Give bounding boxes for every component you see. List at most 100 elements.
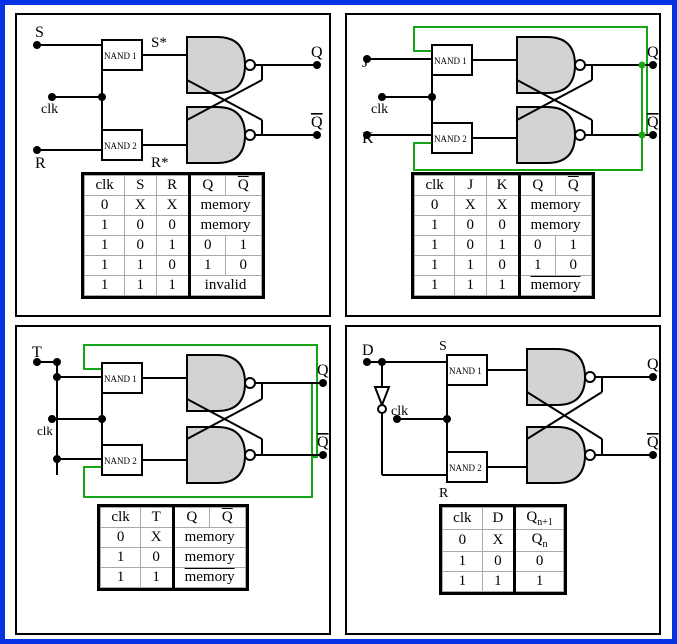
t-qbar: Q	[317, 434, 329, 451]
d-input-clk: clk	[391, 404, 408, 419]
cell: 1	[101, 548, 140, 568]
nand2-label: NAND 2	[104, 141, 137, 151]
cell: memory	[173, 528, 245, 548]
cell: 0	[226, 256, 261, 276]
t-panel: T clk NAND 1 NAND 2 Q Q clk T Q Q 0Xmemo…	[15, 325, 331, 635]
t-input-t: T	[32, 344, 42, 361]
cell: 1	[486, 236, 519, 256]
t-nand2: NAND 2	[104, 456, 137, 466]
jk-input-clk: clk	[371, 102, 388, 117]
jk-q: Q	[647, 44, 659, 61]
cell: 0	[124, 216, 156, 236]
th: D	[482, 508, 515, 530]
cell: 0	[140, 548, 173, 568]
sr-input-clk: clk	[41, 102, 58, 117]
t-truth-table: clk T Q Q 0Xmemory 10memory 11memory	[100, 507, 245, 588]
cell: 1	[85, 216, 124, 236]
t-nand1: NAND 1	[104, 374, 137, 384]
cell: X	[486, 196, 519, 216]
cell: memory	[519, 196, 591, 216]
cell: 0	[443, 530, 482, 552]
t-circuit: T clk NAND 1 NAND 2 Q Q	[17, 327, 329, 507]
cell: 1	[85, 276, 124, 296]
cell: 1	[85, 256, 124, 276]
cell: 1	[124, 276, 156, 296]
cell: 1	[85, 236, 124, 256]
d-q: Q	[647, 356, 659, 373]
d-input-d: D	[362, 342, 374, 359]
jk-nand2: NAND 2	[434, 134, 467, 144]
cell: 0	[515, 552, 563, 572]
cell: 0	[189, 236, 226, 256]
th-q: Q	[189, 176, 226, 196]
cell: 1	[415, 256, 454, 276]
th-s: S	[124, 176, 156, 196]
jk-circuit: J K clk NAND 1 NAND 2 Q Q	[347, 15, 659, 175]
th: Q	[519, 176, 556, 196]
jk-input-j: J	[362, 54, 368, 71]
flip-flop-diagrams: S R clk NAND 1 NAND 2 S* R* Q Q clk S R …	[0, 0, 677, 644]
cell: 1	[454, 256, 486, 276]
cell: 1	[124, 256, 156, 276]
cell: 1	[415, 216, 454, 236]
th-qb: Q	[226, 176, 261, 196]
cell: 1	[443, 552, 482, 572]
cell: memory	[189, 216, 261, 236]
sr-panel: S R clk NAND 1 NAND 2 S* R* Q Q clk S R …	[15, 13, 331, 317]
sr-truth-table: clk S R Q Q 0XXmemory 100memory 10101 11…	[84, 175, 261, 296]
jk-qbar: Q	[647, 114, 659, 131]
th-clk: clk	[85, 176, 124, 196]
cell: 0	[85, 196, 124, 216]
th: J	[454, 176, 486, 196]
cell: memory	[173, 548, 245, 568]
sr-q: Q	[311, 44, 323, 61]
cell: 1	[486, 276, 519, 296]
th: clk	[415, 176, 454, 196]
d-s: S	[439, 339, 447, 354]
th: Q	[210, 508, 245, 528]
cell: 1	[156, 236, 189, 256]
sr-sstar: S*	[151, 35, 167, 51]
th-r: R	[156, 176, 189, 196]
d-r: R	[439, 486, 449, 501]
jk-nand1: NAND 1	[434, 56, 467, 66]
d-truth-table: clk D Qn+1 0XQn 100 111	[442, 507, 564, 592]
d-nand2: NAND 2	[449, 463, 482, 473]
cell: 0	[486, 216, 519, 236]
jk-truth-table: clk J K Q Q 0XXmemory 100memory 10101 11…	[414, 175, 591, 296]
cell: 0	[486, 256, 519, 276]
cell: 1	[156, 276, 189, 296]
cell: memory	[189, 196, 261, 216]
sr-rstar: R*	[151, 155, 169, 171]
cell: 0	[454, 236, 486, 256]
cell: invalid	[189, 276, 261, 296]
cell: 1	[415, 276, 454, 296]
cell: 1	[140, 568, 173, 588]
cell: 0	[519, 236, 556, 256]
d-nand1: NAND 1	[449, 366, 482, 376]
sr-input-r: R	[35, 155, 46, 172]
th: Q	[173, 508, 210, 528]
jk-input-k: K	[362, 130, 374, 147]
cell: 1	[519, 256, 556, 276]
th: clk	[443, 508, 482, 530]
th: K	[486, 176, 519, 196]
cell: 1	[189, 256, 226, 276]
th: Qn+1	[515, 508, 563, 530]
cell: 0	[156, 216, 189, 236]
cell: 0	[101, 528, 140, 548]
th: Q	[556, 176, 591, 196]
cell: 0	[556, 256, 591, 276]
cell: X	[140, 528, 173, 548]
th: clk	[101, 508, 140, 528]
cell: memory	[173, 568, 245, 588]
cell: Qn	[515, 530, 563, 552]
cell: memory	[519, 276, 591, 296]
cell: 1	[556, 236, 591, 256]
jk-panel: J K clk NAND 1 NAND 2 Q Q clk J K Q Q 0X…	[345, 13, 661, 317]
cell: 0	[124, 236, 156, 256]
nand1-label: NAND 1	[104, 51, 137, 61]
cell: X	[482, 530, 515, 552]
d-qbar: Q	[647, 434, 659, 451]
cell: 0	[454, 216, 486, 236]
